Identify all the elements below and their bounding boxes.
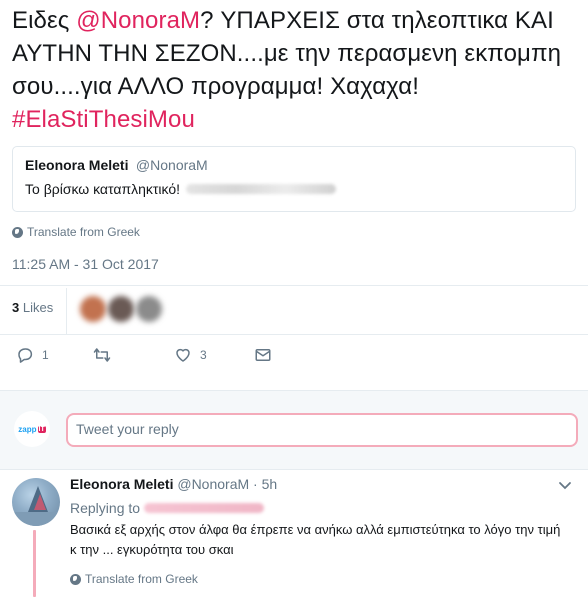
globe-icon [70, 573, 81, 585]
hashtag-link[interactable]: #ElaStiThesiMou [12, 106, 195, 133]
mention-link[interactable]: @NonoraM [76, 7, 200, 34]
globe-icon [12, 226, 23, 238]
reply-count: 1 [42, 348, 49, 362]
likes-number: 3 [12, 300, 20, 315]
logo-tag: IT [37, 425, 46, 433]
likes-separator [66, 288, 67, 334]
heart-icon [176, 348, 190, 362]
reply-text: Βασικά εξ αρχής στον άλφα θα έπρεπε να α… [70, 522, 561, 557]
tweet-text: Ειδες @NonoraM? ΥΠΑΡΧΕΙΣ στα τηλεοπτικα … [12, 4, 584, 136]
reply-composer: zapp IT Tweet your reply [0, 390, 588, 470]
tweet-text-start: Ειδες [12, 7, 77, 34]
reply-translate-label: Translate from Greek [85, 572, 198, 586]
tweet-timestamp[interactable]: 11:25 AM - 31 Oct 2017 [12, 256, 159, 272]
replying-to: Replying to [70, 500, 265, 516]
redacted-link [186, 184, 337, 194]
quoted-author-name: Eleonora Meleti [25, 157, 129, 173]
translate-link[interactable]: Translate from Greek [12, 225, 140, 239]
reply-author-name[interactable]: Eleonora Meleti [70, 476, 173, 492]
reply-author-meta[interactable]: @NonoraM · 5h [177, 476, 277, 492]
like-count: 3 [200, 348, 207, 362]
liker-avatar[interactable] [80, 296, 106, 322]
reply-header: Eleonora Meleti @NonoraM · 5h [70, 476, 277, 492]
quoted-tweet[interactable]: Eleonora Meleti @NonoraM Το βρίσκω καταπ… [12, 146, 576, 212]
liker-avatar[interactable] [136, 296, 162, 322]
replying-to-label: Replying to [70, 500, 141, 516]
avatar-image-detail [34, 494, 46, 510]
retweet-icon [93, 348, 111, 362]
redacted-mention[interactable] [144, 503, 265, 513]
tweet-actions: 1 3 [0, 338, 588, 370]
message-action[interactable] [254, 346, 272, 364]
quoted-tweet-text: Το βρίσκω καταπληκτικό! [25, 181, 181, 197]
retweet-action[interactable] [92, 346, 120, 364]
logo-text: zapp [18, 424, 37, 434]
quoted-author-handle: @NonoraM [135, 157, 208, 173]
liker-avatar[interactable] [108, 296, 134, 322]
thread-line [33, 530, 36, 597]
reply-action[interactable]: 1 [16, 346, 49, 364]
divider [0, 285, 588, 286]
envelope-icon [255, 349, 271, 361]
likes-count[interactable]: 3 Likes [12, 300, 53, 315]
chevron-down-icon[interactable] [558, 478, 572, 497]
translate-label: Translate from Greek [27, 225, 140, 239]
reply-translate-link[interactable]: Translate from Greek [70, 572, 198, 586]
divider [0, 334, 588, 335]
reply-icon [18, 348, 33, 363]
reply-author-avatar[interactable] [12, 478, 60, 526]
avatar-image-sea [12, 512, 60, 526]
likes-label: Likes [22, 300, 54, 315]
user-avatar[interactable]: zapp IT [14, 411, 50, 447]
reply-input[interactable]: Tweet your reply [66, 413, 578, 447]
like-action[interactable]: 3 [174, 346, 207, 364]
